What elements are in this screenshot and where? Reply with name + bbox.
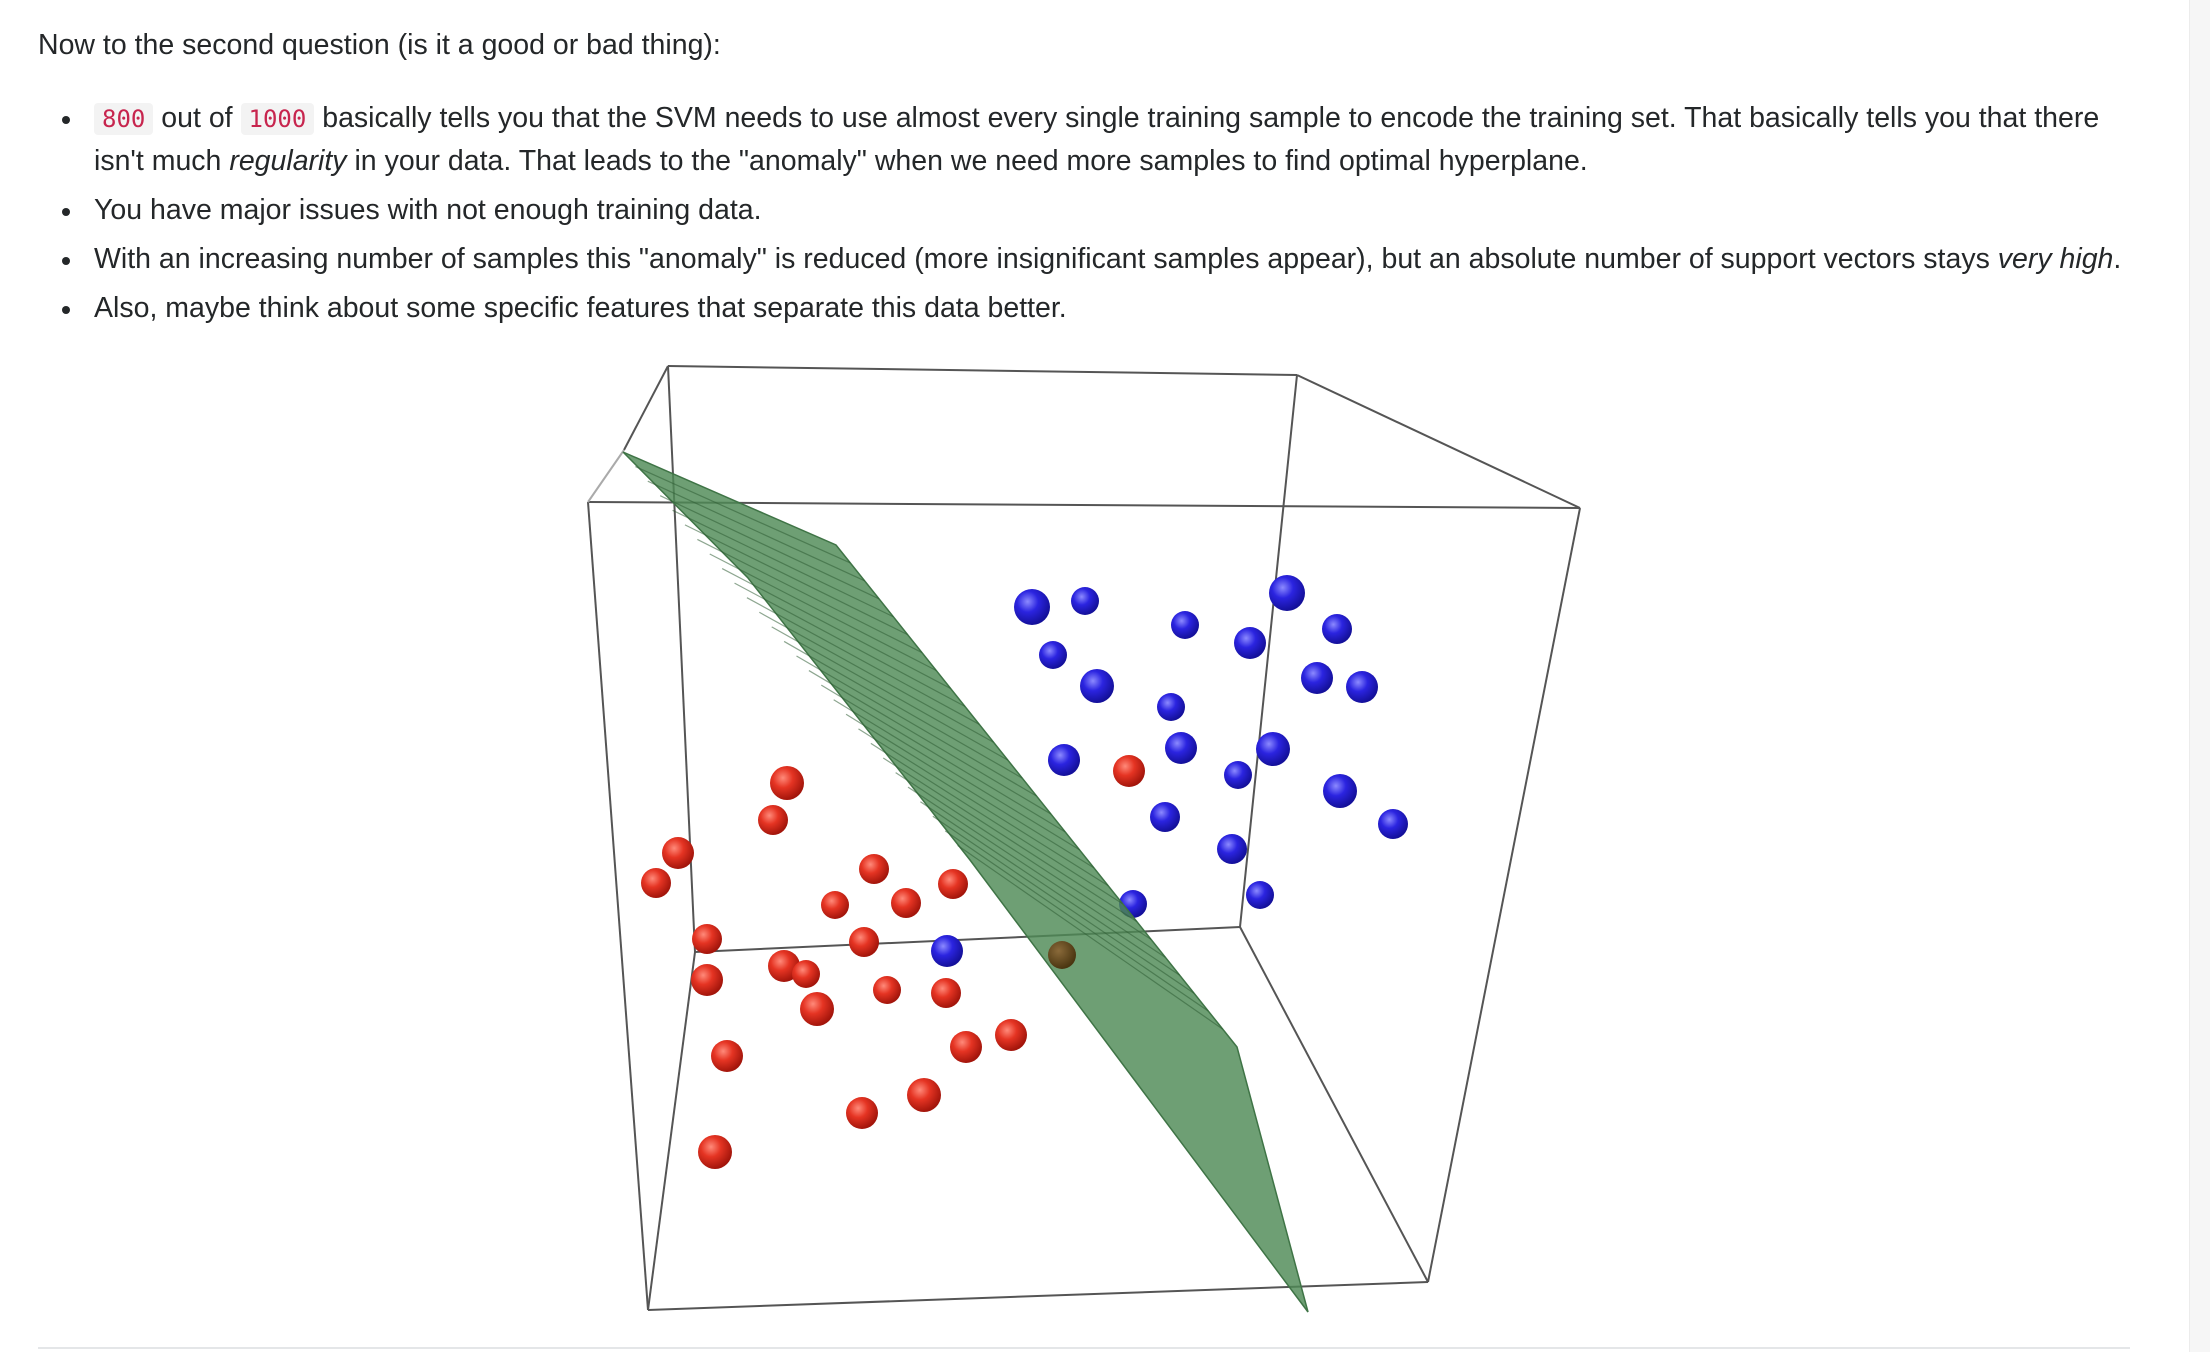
emphasis-text: very high	[1997, 243, 2114, 275]
hyperplane-grid-line	[957, 844, 1224, 1030]
hyperplane-grid-line	[833, 699, 1080, 851]
hyperplane-grid-line	[895, 772, 1152, 940]
list-item-text: out of	[153, 102, 241, 134]
red-sample-point	[768, 950, 800, 982]
hyperplane-grid-line	[808, 670, 1052, 815]
red-sample-point	[711, 1040, 743, 1072]
inline-code: 1000	[240, 103, 315, 135]
red-sample-point	[758, 805, 788, 835]
hyperplane-grid-line	[721, 568, 951, 689]
blue-sample-point	[1165, 732, 1197, 764]
hyperplane-grid-line	[870, 742, 1123, 905]
hyperplane-grid-line	[932, 815, 1195, 994]
list-item-text: .	[2113, 243, 2122, 275]
blue-sample-point	[1157, 693, 1185, 721]
blue-sample-point	[1234, 627, 1266, 659]
hyperplane-grid-line	[734, 582, 966, 707]
red-sample-point	[846, 1097, 878, 1129]
blue-sample-point	[1048, 744, 1080, 776]
hyperplane-grid-line	[672, 509, 894, 618]
scrollbar[interactable]	[2189, 0, 2210, 1352]
red-sample-point	[859, 854, 889, 884]
blue-sample-point	[1171, 611, 1199, 639]
blue-sample-point	[1119, 890, 1147, 918]
red-sample-point	[792, 960, 820, 988]
hyperplane-grid-line	[920, 801, 1181, 976]
blue-sample-point	[1269, 575, 1305, 611]
red-sample-point	[770, 766, 804, 800]
emphasis-text: regularity	[229, 145, 347, 177]
red-sample-point	[950, 1031, 982, 1063]
red-sample-point	[907, 1078, 941, 1112]
red-sample-point	[849, 927, 879, 957]
hyperplane-grid-line	[944, 830, 1209, 1012]
red-sample-point	[873, 976, 901, 1004]
red-sample-point	[891, 888, 921, 918]
hyperplane-grid-line	[709, 553, 937, 672]
section-divider	[38, 1347, 2130, 1349]
hyperplane-grid-line	[882, 757, 1138, 923]
red-sample-point	[821, 891, 849, 919]
blue-sample-point	[1346, 671, 1378, 703]
list-item: Also, maybe think about some specific fe…	[38, 287, 2148, 329]
red-sample-point	[1113, 755, 1145, 787]
red-sample-point	[692, 924, 722, 954]
list-item: You have major issues with not enough tr…	[38, 189, 2148, 231]
blue-sample-point	[1217, 834, 1247, 864]
blue-sample-point	[1301, 662, 1333, 694]
list-item-text: in your data. That leads to the "anomaly…	[346, 145, 1588, 177]
red-sample-point	[938, 869, 968, 899]
bullet-list: 800 out of 1000 basically tells you that…	[38, 97, 2148, 336]
hyperplane	[622, 451, 1309, 1313]
bounding-box	[587, 365, 1581, 1311]
blue-sample-point	[1256, 732, 1290, 766]
red-sample-point	[641, 868, 671, 898]
blue-sample-point	[1150, 802, 1180, 832]
hyperplane-grid-line	[820, 684, 1066, 833]
hyperplane-grid-line	[759, 611, 994, 743]
hyperplane-grid-line	[647, 480, 865, 582]
red-sample-point	[691, 964, 723, 996]
blue-sample-point	[1323, 774, 1357, 808]
blue-sample-point	[1080, 669, 1114, 703]
red-sample-point	[698, 1135, 732, 1169]
hyperplane-grid-line	[907, 786, 1166, 958]
sample-point-behind-plane	[1048, 941, 1076, 969]
list-item-text: Also, maybe think about some specific fe…	[94, 292, 1067, 324]
red-sample-point	[662, 837, 694, 869]
hyperplane-grid-line	[796, 655, 1037, 797]
red-sample-point	[995, 1019, 1027, 1051]
blue-sample-point	[1322, 614, 1352, 644]
hyperplane-grid-line	[697, 538, 923, 654]
hyperplane-grid-line	[635, 466, 851, 564]
hyperplane-grid-line	[771, 626, 1009, 761]
scatter-points-back	[1014, 575, 1408, 918]
intro-text: Now to the second question (is it a good…	[38, 29, 721, 61]
blue-sample-point	[1014, 589, 1050, 625]
blue-sample-point	[1039, 641, 1067, 669]
red-sample-point	[931, 978, 961, 1008]
inline-code: 800	[94, 103, 154, 135]
blue-sample-point	[1246, 881, 1274, 909]
red-sample-point	[800, 992, 834, 1026]
blue-sample-point	[1224, 761, 1252, 789]
hyperplane-grid-line	[746, 597, 980, 725]
hyperplane-grid-line	[845, 713, 1095, 869]
hyperplane-grid-line	[684, 524, 908, 636]
list-item: 800 out of 1000 basically tells you that…	[38, 97, 2148, 182]
scatter-points-front	[641, 766, 1076, 1169]
blue-sample-point	[1071, 587, 1099, 615]
hyperplane-grid-line	[659, 495, 880, 600]
list-item-text: You have major issues with not enough tr…	[94, 194, 762, 226]
hyperplane-grid-line	[783, 640, 1023, 779]
list-item-text: With an increasing number of samples thi…	[94, 243, 1998, 275]
blue-sample-point	[931, 935, 963, 967]
blue-sample-point	[1378, 809, 1408, 839]
hyperplane-grid-line	[858, 728, 1109, 887]
list-item: With an increasing number of samples thi…	[38, 238, 2148, 280]
